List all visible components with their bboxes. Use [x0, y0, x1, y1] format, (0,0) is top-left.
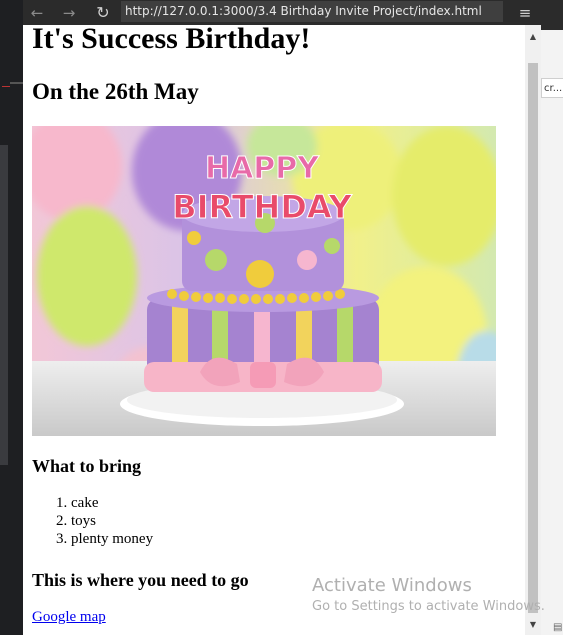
list-item: plenty money [71, 530, 153, 548]
scroll-down-arrow-icon[interactable]: ▼ [525, 619, 541, 631]
editor-line-marker [10, 82, 23, 84]
panel-corner-icon: ▤ [553, 622, 563, 633]
editor-side-strip [0, 0, 23, 635]
list-item: toys [71, 512, 153, 530]
url-bar[interactable]: http://127.0.0.1:3000/3.4 Birthday Invit… [121, 1, 503, 22]
editor-error-marker [2, 86, 10, 87]
back-button[interactable]: ← [25, 0, 49, 25]
page-title: It's Success Birthday! [32, 25, 311, 55]
bring-heading: What to bring [32, 456, 142, 476]
menu-button[interactable]: ≡ [513, 0, 537, 25]
bring-list: cake toys plenty money [32, 494, 153, 548]
forward-button[interactable]: → [57, 0, 81, 25]
app-window: ← → ↻ http://127.0.0.1:3000/3.4 Birthday… [0, 0, 563, 635]
cake-happy-text: HAPPY [205, 151, 320, 186]
reload-icon: ↻ [96, 3, 110, 22]
scroll-thumb[interactable] [528, 63, 538, 613]
arrow-right-icon: → [62, 3, 76, 22]
hamburger-menu-icon: ≡ [518, 3, 532, 22]
side-panel-field[interactable]: cr... [541, 78, 563, 98]
reload-button[interactable]: ↻ [91, 0, 115, 25]
page-viewport: It's Success Birthday! On the 26th May H… [23, 25, 525, 635]
editor-scrollbar[interactable] [0, 145, 8, 465]
list-item: cake [71, 494, 153, 512]
cake-birthday-text: BIRTHDAY [172, 188, 352, 226]
arrow-left-icon: ← [30, 3, 44, 22]
side-panel-edge: cr... ▤ [541, 0, 563, 635]
side-panel-header [541, 0, 563, 30]
page-subtitle: On the 26th May [32, 79, 199, 104]
browser-toolbar: ← → ↻ http://127.0.0.1:3000/3.4 Birthday… [23, 0, 541, 25]
directions-heading: This is where you need to go [32, 570, 249, 590]
page-scrollbar[interactable]: ▲ ▼ [525, 25, 541, 635]
scroll-up-arrow-icon[interactable]: ▲ [525, 31, 541, 43]
birthday-cake-image: HAPPY BIRTHDAY [32, 126, 496, 436]
google-map-link[interactable]: Google map [32, 609, 106, 626]
